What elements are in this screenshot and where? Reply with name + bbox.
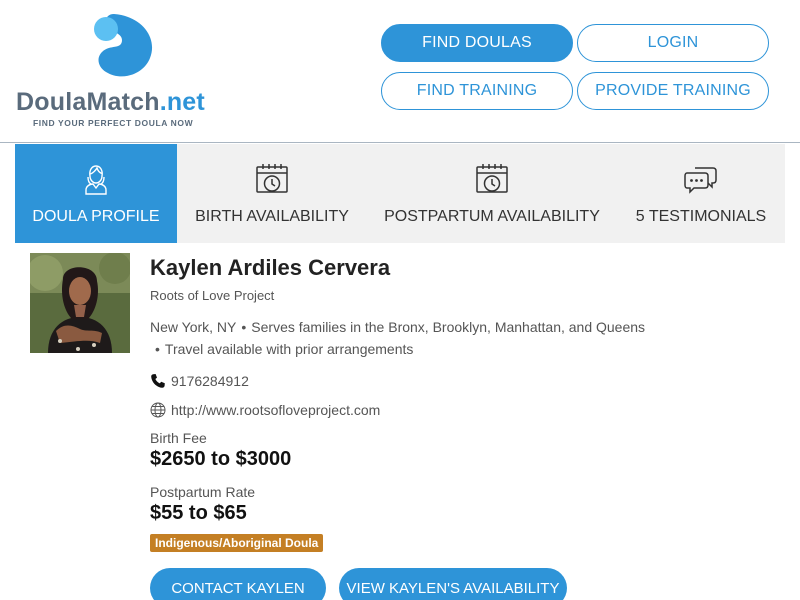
birth-fee-label: Birth Fee bbox=[150, 430, 207, 446]
doula-photo bbox=[30, 253, 130, 353]
portrait-image bbox=[30, 253, 130, 353]
tab-label: BIRTH AVAILABILITY bbox=[195, 208, 349, 225]
agency-name: Roots of Love Project bbox=[150, 288, 275, 303]
globe-icon bbox=[150, 402, 166, 418]
tab-label: 5 TESTIMONIALS bbox=[635, 208, 767, 225]
travel-note: Travel available with prior arrangements bbox=[164, 341, 414, 357]
logo-wordmark: DoulaMatch.net bbox=[16, 88, 205, 117]
separator-dot: • bbox=[241, 319, 247, 335]
site-header: DoulaMatch.net FIND YOUR PERFECT DOULA N… bbox=[0, 0, 800, 143]
tab-postpartum-availability[interactable]: POSTPARTUM AVAILABILITY bbox=[367, 144, 617, 243]
website-link[interactable]: http://www.rootsofloveproject.com bbox=[171, 402, 380, 418]
tab-birth-availability[interactable]: BIRTH AVAILABILITY bbox=[177, 144, 367, 243]
phone-number[interactable]: 9176284912 bbox=[171, 373, 249, 389]
phone-icon bbox=[151, 374, 165, 388]
location-city: New York, NY bbox=[150, 319, 237, 335]
find-training-button[interactable]: FIND TRAINING bbox=[381, 72, 573, 110]
calendar-clock-icon bbox=[256, 164, 288, 193]
doula-name: Kaylen Ardiles Cervera bbox=[150, 255, 391, 280]
droplet-logo-icon bbox=[94, 14, 153, 77]
logo-tagline: FIND YOUR PERFECT DOULA NOW bbox=[33, 118, 194, 128]
phone-row[interactable]: 9176284912 bbox=[150, 372, 249, 390]
website-row[interactable]: http://www.rootsofloveproject.com bbox=[150, 401, 380, 419]
tab-label: POSTPARTUM AVAILABILITY bbox=[384, 208, 600, 225]
postpartum-rate-label: Postpartum Rate bbox=[150, 484, 256, 500]
tab-testimonials[interactable]: 5 TESTIMONIALS bbox=[617, 144, 785, 243]
person-icon bbox=[85, 165, 107, 195]
separator-dot: • bbox=[155, 341, 160, 357]
service-area: Serves families in the Bronx, Brooklyn, … bbox=[251, 319, 646, 335]
tab-doula-profile[interactable]: DOULA PROFILE bbox=[15, 144, 177, 243]
postpartum-rate-value: $55 to $65 bbox=[150, 502, 247, 524]
birth-fee-value: $2650 to $3000 bbox=[150, 448, 292, 470]
view-availability-button[interactable]: VIEW KAYLEN'S AVAILABILITY bbox=[339, 568, 567, 600]
identity-badge: Indigenous/Aboriginal Doula bbox=[150, 534, 324, 552]
login-button[interactable]: LOGIN bbox=[577, 24, 769, 62]
logo-name: DoulaMatch bbox=[16, 88, 160, 116]
profile-tabs: DOULA PROFILE BIRTH AVAILABILITY POSTPAR… bbox=[15, 144, 785, 243]
location-info: New York, NY • Serves families in the Bron… bbox=[150, 316, 650, 360]
logo-suffix: .net bbox=[159, 88, 205, 116]
tab-label: DOULA PROFILE bbox=[32, 208, 160, 225]
calendar-clock-icon bbox=[476, 164, 508, 193]
site-logo[interactable]: DoulaMatch.net FIND YOUR PERFECT DOULA N… bbox=[16, 12, 226, 132]
find-doulas-button[interactable]: FIND DOULAS bbox=[381, 24, 573, 62]
contact-doula-button[interactable]: CONTACT KAYLEN bbox=[150, 568, 326, 600]
chat-bubbles-icon bbox=[684, 167, 717, 194]
provide-training-button[interactable]: PROVIDE TRAINING bbox=[577, 72, 769, 110]
